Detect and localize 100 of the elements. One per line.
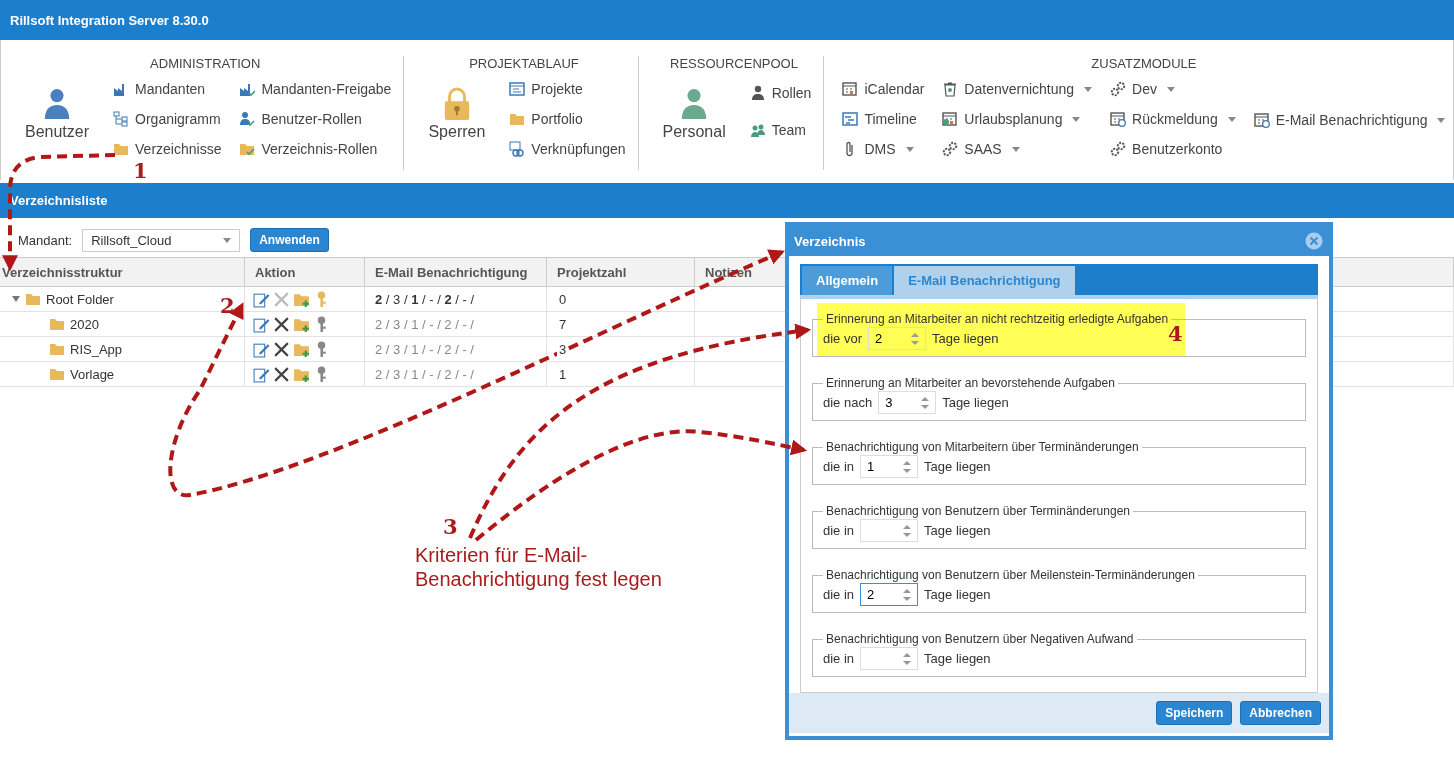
caret-icon (1227, 116, 1236, 122)
field-prefix: die in (823, 459, 855, 474)
column-header[interactable]: Aktion (245, 257, 365, 287)
link-icon (509, 141, 526, 157)
user-icon (749, 84, 766, 101)
gears-icon (942, 141, 959, 157)
ribbon-item[interactable]: E-Mail Benachrichtigung (1253, 110, 1446, 130)
folder-name[interactable]: Root Folder (46, 291, 114, 307)
trash-icon (942, 81, 959, 97)
fieldset-legend: Erinnerung an Mitarbeiter an nicht rechtzeitig erledigte Aufgaben (823, 313, 1172, 325)
spinner-icon[interactable] (910, 331, 921, 346)
ribbon-item[interactable]: Rückmeldung (1110, 109, 1236, 129)
field-prefix: die vor (823, 331, 863, 346)
number-field[interactable]: 1 (860, 455, 919, 478)
caret-icon (1011, 146, 1020, 152)
fieldset-legend: Benachrichtigung von Benutzern über Terminänderungen (823, 505, 1133, 517)
number-field[interactable] (860, 519, 919, 542)
ribbon-item[interactable]: Projekte (509, 79, 626, 99)
timeline-icon (842, 111, 859, 127)
folder-icon (113, 141, 130, 157)
mandant-dropdown[interactable]: Rillsoft_Cloud (82, 228, 241, 252)
annotation-note: Kriterien für E-Mail-Benachrichtigung fest legen (415, 543, 663, 591)
ribbon-item[interactable]: Portfolio (509, 109, 626, 129)
folder-icon (25, 291, 41, 307)
window-title: Rillsoft Integration Server 8.30.0 (0, 0, 1454, 40)
column-header[interactable]: E-Mail Benachrichtigung (365, 257, 547, 287)
spinner-icon[interactable] (902, 523, 913, 538)
gears-icon (1110, 81, 1127, 97)
ribbon-big-button[interactable]: Personal (656, 79, 732, 142)
apply-button[interactable]: Anwenden (250, 228, 329, 252)
field-prefix: die in (823, 523, 855, 538)
ribbon-item[interactable]: Verknüpfungen (509, 139, 626, 159)
ribbon-item[interactable]: Rollen (749, 82, 812, 103)
folder-icon (509, 111, 526, 127)
user-check-icon (239, 111, 256, 127)
group-title: RESSOURCENPOOL (670, 56, 798, 71)
number-field[interactable]: 3 (878, 391, 937, 414)
step-number: 4 (1168, 323, 1183, 344)
fieldset-legend: Benachrichtigung von Benutzern über Negativen Aufwand (823, 633, 1137, 645)
spinner-icon[interactable] (902, 651, 913, 666)
group-title: ADMINISTRATION (150, 56, 261, 71)
ribbon-item[interactable]: Benutzerkonto (1110, 139, 1236, 159)
org-chart-icon (113, 111, 130, 127)
number-field[interactable]: 2 (868, 327, 927, 350)
spinner-icon[interactable] (920, 395, 931, 410)
notification-cell: 2 / 3 / 1 / - / 2 / - / (365, 337, 547, 362)
ribbon-item[interactable]: Dev (1110, 79, 1236, 99)
delete-icon[interactable] (273, 340, 290, 358)
ribbon-item[interactable]: Benutzer-Rollen (239, 109, 392, 129)
ribbon-item[interactable]: Datenvernichtung (942, 79, 1093, 99)
ribbon-item[interactable]: Mandanten-Freigabe (239, 79, 392, 99)
gears-icon (1110, 141, 1127, 157)
ribbon-item[interactable]: Urlaubsplanung (942, 109, 1093, 129)
folder-check-icon (239, 141, 256, 157)
delete-icon[interactable] (273, 315, 290, 333)
ribbon-item[interactable]: iCalendar (842, 79, 925, 99)
dialog-button[interactable]: Speichern (1156, 701, 1233, 725)
dialog-button[interactable]: Abbrechen (1240, 701, 1321, 725)
field-suffix: Tage liegen (924, 587, 991, 602)
caret-icon (1437, 117, 1446, 123)
field-suffix: Tage liegen (932, 331, 999, 346)
field-suffix: Tage liegen (942, 395, 1009, 410)
ribbon-item[interactable]: DMS (842, 139, 925, 159)
users-icon (749, 122, 766, 139)
caret-icon (223, 237, 232, 243)
step-number: 1 (133, 160, 148, 181)
fieldset-legend: Benachrichtigung von Mitarbeitern über Terminänderungen (823, 441, 1142, 453)
ribbon-item[interactable]: SAAS (942, 139, 1093, 159)
person-icon (42, 87, 72, 121)
folder-name[interactable]: 2020 (70, 316, 99, 332)
caret-icon (1167, 86, 1175, 92)
caret-icon (1084, 86, 1093, 92)
ribbon-big-button[interactable]: Sperren (422, 79, 492, 159)
column-header[interactable]: Verzeichnisstruktur (0, 257, 245, 287)
ribbon-item[interactable]: Team (749, 120, 812, 141)
number-field[interactable] (860, 647, 919, 670)
field-prefix: die nach (823, 395, 873, 410)
ribbon-item[interactable]: Timeline (842, 109, 925, 129)
dialog-title: Verzeichnis (794, 233, 866, 249)
number-field[interactable]: 2 (860, 583, 919, 606)
spinner-icon[interactable] (902, 459, 913, 474)
notification-cell: 2 / 3 / 1 / - / 2 / - / (365, 312, 547, 337)
delete-icon[interactable] (273, 365, 290, 383)
fieldset-legend: Erinnerung an Mitarbeiter an bevorstehende Aufgaben (823, 377, 1118, 389)
ribbon-item[interactable]: Organigramm (113, 109, 222, 129)
ribbon-item[interactable]: Mandanten (113, 79, 222, 99)
ribbon-big-button[interactable]: Benutzer (19, 79, 96, 159)
folder-icon (49, 341, 65, 357)
column-header[interactable]: Projektzahl (547, 257, 695, 287)
folder-name[interactable]: Vorlage (70, 366, 115, 382)
field-suffix: Tage liegen (924, 523, 991, 538)
collapse-icon[interactable] (12, 296, 20, 302)
ribbon-item[interactable]: Verzeichnis-Rollen (239, 139, 392, 159)
field-prefix: die in (823, 651, 855, 666)
ribbon-item[interactable]: Verzeichnisse (113, 139, 222, 159)
fieldset-legend: Benachrichtigung von Benutzern über Meilenstein-Terminänderungen (823, 569, 1198, 581)
close-button[interactable] (1305, 232, 1323, 250)
folder-name[interactable]: RIS_App (70, 341, 123, 357)
spinner-icon[interactable] (902, 587, 913, 602)
factory-check-icon (239, 81, 256, 97)
